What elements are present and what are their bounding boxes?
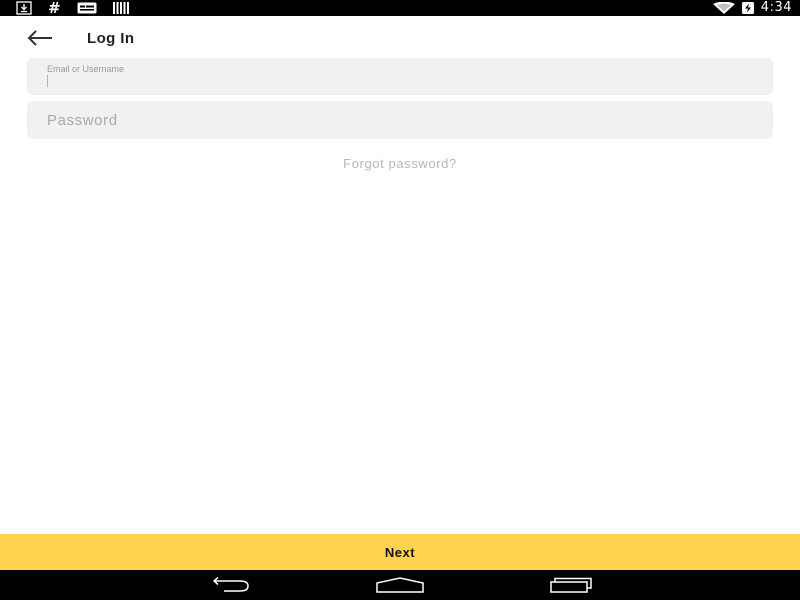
hash-icon: # xyxy=(48,0,61,17)
message-icon xyxy=(77,0,97,16)
recents-nav-icon xyxy=(547,577,595,593)
nav-home-button[interactable] xyxy=(375,575,425,595)
status-bar-right: 4:34 xyxy=(712,0,792,16)
barcode-icon xyxy=(112,0,129,16)
home-nav-icon xyxy=(375,577,425,593)
status-bar-left: # xyxy=(16,0,129,16)
status-time: 4:34 xyxy=(760,0,792,15)
nav-back-button[interactable] xyxy=(204,575,254,595)
back-nav-icon xyxy=(206,577,252,593)
download-icon xyxy=(16,0,32,16)
forgot-password-link[interactable]: Forgot password? xyxy=(0,156,800,171)
nav-recents-button[interactable] xyxy=(546,575,596,595)
status-bar: # 4:34 xyxy=(0,0,800,16)
page-title: Log In xyxy=(87,30,135,47)
next-button-label: Next xyxy=(384,544,416,560)
battery-charging-icon xyxy=(741,0,755,16)
wifi-icon xyxy=(712,0,735,16)
navigation-bar xyxy=(0,570,800,600)
back-button[interactable] xyxy=(22,26,58,50)
email-field[interactable]: Email or Username xyxy=(27,58,773,95)
next-button[interactable]: Next xyxy=(0,534,800,570)
password-field[interactable] xyxy=(27,101,773,139)
email-field-label: Email or Username xyxy=(47,64,125,74)
header: Log In xyxy=(0,16,800,58)
text-caret xyxy=(47,75,48,87)
arrow-left-icon xyxy=(26,29,54,47)
password-input[interactable] xyxy=(47,110,747,130)
email-input[interactable] xyxy=(47,74,747,90)
